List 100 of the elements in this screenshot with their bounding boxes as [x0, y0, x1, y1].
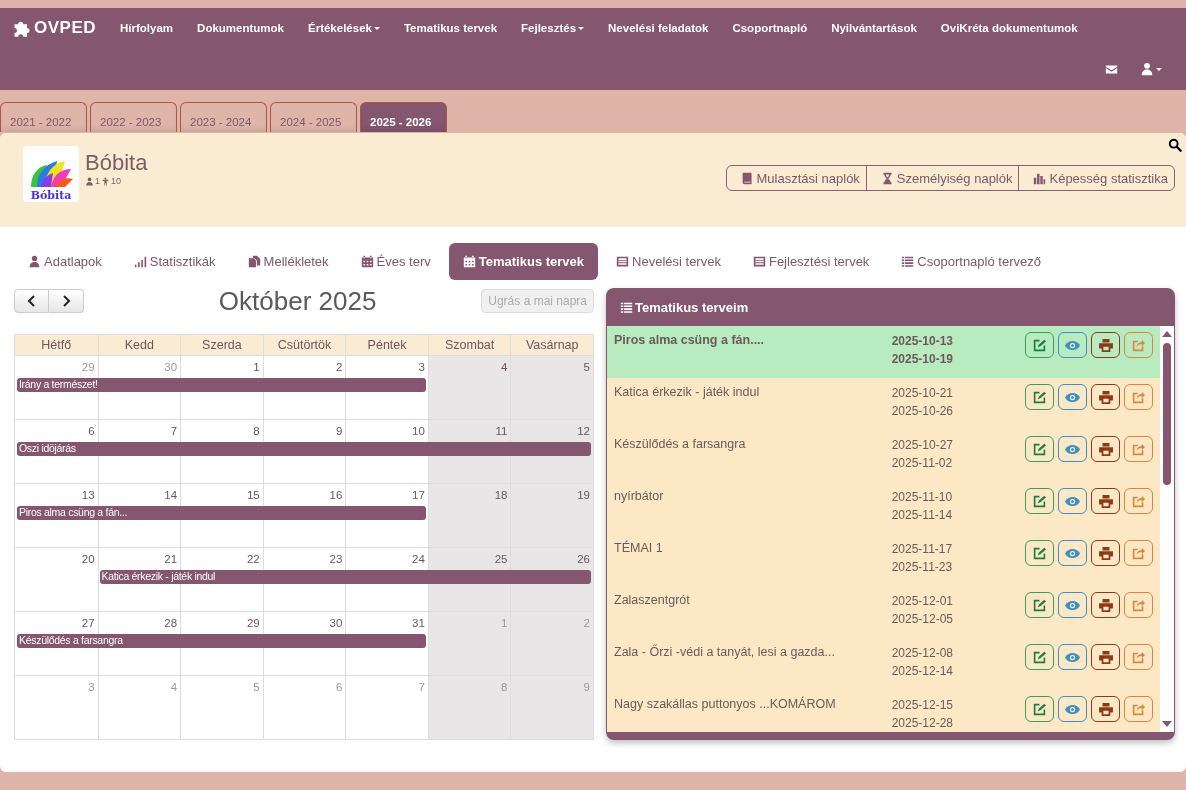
calendar-icon: [360, 255, 374, 268]
calendar-event[interactable]: Piros alma csüng a fán...: [17, 506, 426, 520]
brand-logo[interactable]: OVPED: [12, 18, 97, 38]
print-button[interactable]: [1091, 436, 1120, 462]
list-icon: [901, 255, 915, 268]
section-tab[interactable]: Fejlesztési tervek: [738, 243, 884, 280]
section-tab[interactable]: Csoportnapló tervező: [887, 243, 1055, 280]
end-date: 2025-12-28: [891, 715, 955, 732]
section-tab[interactable]: Éves terv: [346, 243, 445, 280]
day-number: 20: [81, 553, 95, 565]
day-number: 1: [253, 361, 260, 373]
teacher-icon: [85, 176, 94, 186]
calendar-event[interactable]: Készülődés a farsangra: [17, 634, 426, 648]
day-number: 4: [170, 681, 178, 693]
mail-button[interactable]: [1105, 62, 1118, 76]
edit-icon: [1033, 650, 1046, 664]
section-tab[interactable]: Nevelési tervek: [602, 243, 735, 280]
nav-link[interactable]: Tematikus tervek: [403, 22, 498, 34]
edit-icon: [1033, 702, 1046, 716]
search-icon[interactable]: [1168, 138, 1182, 152]
nav-link[interactable]: Értékelések: [308, 22, 380, 34]
edit-button[interactable]: [1025, 592, 1054, 618]
weekday-header: Hétfő: [40, 337, 73, 354]
plan-title: Zalaszentgrót: [614, 592, 691, 609]
print-button[interactable]: [1091, 540, 1120, 566]
year-tab[interactable]: 2022 - 2023: [90, 102, 177, 132]
day-number: 27: [81, 617, 95, 629]
plan-title: nyírbátor: [614, 488, 665, 505]
previous-month-button[interactable]: [14, 289, 49, 313]
view-button[interactable]: [1058, 592, 1087, 618]
user-menu-button[interactable]: [1140, 62, 1162, 76]
edit-button[interactable]: [1025, 436, 1054, 462]
chevron-right-icon: [61, 295, 71, 307]
print-button[interactable]: [1091, 696, 1120, 722]
share-icon: [1132, 650, 1145, 664]
nav-link[interactable]: Nevelési feladatok: [608, 22, 709, 34]
next-month-button[interactable]: [49, 289, 84, 313]
print-button[interactable]: [1091, 488, 1120, 514]
edit-button[interactable]: [1025, 696, 1054, 722]
print-button[interactable]: [1091, 384, 1120, 410]
edit-button[interactable]: [1025, 644, 1054, 670]
day-number: 7: [418, 681, 425, 693]
plan-title: Nagy szakállas puttonyos ...KOMÁROM: [614, 695, 837, 713]
book-icon: [740, 171, 754, 185]
day-number: 3: [88, 681, 95, 693]
printer-icon: [1098, 390, 1113, 404]
section-tab[interactable]: Tematikus tervek: [448, 243, 599, 280]
view-button[interactable]: [1058, 540, 1087, 566]
edit-button[interactable]: [1025, 540, 1054, 566]
printer-icon: [1098, 650, 1113, 664]
header-button[interactable]: Képesség statisztika: [1018, 166, 1174, 190]
day-number: 13: [81, 489, 95, 501]
print-button[interactable]: [1091, 644, 1120, 670]
start-date: 2025-10-13: [891, 333, 955, 350]
edit-button[interactable]: [1025, 488, 1054, 514]
weekday-header: Szombat: [427, 335, 511, 355]
calendar-event[interactable]: Oszi idöjárás: [17, 442, 591, 456]
nav-link[interactable]: Nyilvántartások: [831, 22, 917, 34]
view-button[interactable]: [1058, 332, 1087, 358]
day-number: 30: [329, 617, 343, 629]
printer-icon: [1098, 338, 1113, 352]
year-tab[interactable]: 2025 - 2026: [360, 102, 447, 132]
start-date: 2025-12-15: [891, 697, 955, 714]
year-tab[interactable]: 2023 - 2024: [180, 102, 267, 132]
plan-title: Készülődés a farsangra: [614, 436, 747, 453]
edit-button[interactable]: [1025, 332, 1054, 358]
print-button[interactable]: [1091, 592, 1120, 618]
section-tab[interactable]: Mellékletek: [233, 243, 343, 280]
calendar-event[interactable]: Irány a természet!: [17, 378, 426, 392]
day-number: 31: [412, 617, 425, 629]
end-date: 2025-11-02: [891, 455, 954, 472]
plan-row[interactable]: Piros alma csüng a fán.... 2025-10-13 2025-10-19: [607, 326, 1160, 378]
view-button[interactable]: [1058, 488, 1087, 514]
view-button[interactable]: [1058, 696, 1087, 722]
header-button[interactable]: Személyiség naplók: [865, 166, 1019, 190]
nav-link[interactable]: Fejlesztés: [521, 22, 585, 34]
printer-icon: [1098, 442, 1113, 456]
group-name: Bóbita: [85, 150, 148, 176]
section-tab[interactable]: Adatlapok: [14, 243, 116, 280]
section-tab[interactable]: Statisztikák: [119, 243, 230, 280]
nav-link[interactable]: Hírfolyam: [120, 22, 174, 34]
nav-link[interactable]: Dokumentumok: [197, 22, 284, 34]
view-button[interactable]: [1058, 644, 1087, 670]
header-button[interactable]: Mulasztási naplók: [726, 166, 866, 190]
bar-signal-icon: [133, 255, 147, 268]
view-button[interactable]: [1058, 384, 1087, 410]
edit-button[interactable]: [1025, 384, 1054, 410]
day-number: 6: [88, 425, 95, 437]
start-date: 2025-11-17: [891, 541, 954, 558]
day-number: 8: [501, 681, 508, 693]
year-tab[interactable]: 2021 - 2022: [0, 102, 87, 132]
nav-link[interactable]: Csoportnapló: [732, 22, 808, 34]
end-date: 2025-10-19: [891, 351, 955, 368]
view-button[interactable]: [1058, 436, 1087, 462]
year-tab[interactable]: 2024 - 2025: [270, 102, 357, 132]
print-button[interactable]: [1091, 332, 1120, 358]
calendar-event[interactable]: Katica érkezik - játék indul: [99, 570, 591, 584]
nav-link[interactable]: OviKréta dokumentumok: [940, 22, 1078, 34]
day-number: 9: [335, 425, 343, 437]
day-number: 29: [81, 361, 95, 373]
